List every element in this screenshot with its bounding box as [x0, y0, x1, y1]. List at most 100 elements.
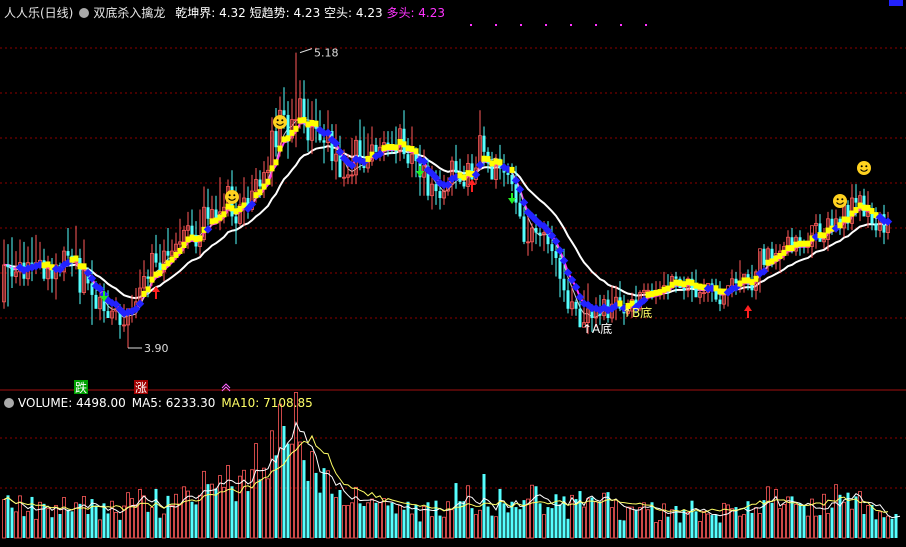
volume-bar: [422, 506, 426, 539]
volume-bar: [206, 484, 210, 538]
volume-bar: [254, 443, 258, 539]
volume-bar: [30, 496, 34, 538]
volume-bar: [234, 501, 238, 538]
candle-body: [482, 135, 486, 152]
volume-bar: [614, 499, 618, 539]
volume-bar: [298, 441, 302, 539]
volume-bar: [138, 489, 142, 539]
volume-bar: [866, 505, 870, 539]
volume-bar: [854, 496, 858, 538]
candle-body: [574, 301, 578, 309]
candle-body: [374, 144, 378, 152]
candle-body: [322, 140, 326, 143]
bull-marker: [197, 235, 203, 242]
volume-bar: [146, 511, 150, 538]
volume-bar: [658, 520, 662, 539]
volume-header: VOLUME: 4498.00 MA5: 6233.30 MA10: 7108.85: [4, 396, 313, 410]
smiley-face: [857, 161, 871, 175]
volume-bar: [430, 516, 434, 539]
bull-marker: [313, 120, 319, 127]
volume-bar: [46, 508, 50, 539]
smiley-eye: [233, 194, 236, 197]
volume-bar: [842, 501, 846, 539]
vol-value: 4498.00: [76, 396, 126, 410]
volume-bar: [802, 505, 806, 538]
volume-bar: [186, 490, 190, 539]
dq-value: 4.23: [293, 6, 321, 20]
volume-bar: [390, 502, 394, 538]
volume-bar: [54, 505, 58, 539]
volume-bar: [154, 488, 158, 538]
price-header: 人人乐(日线) 双底杀入擒龙 乾坤界: 4.32 短趋势: 4.23 空头: 4.…: [4, 4, 445, 21]
volume-bar: [330, 493, 334, 538]
volume-bar: [594, 501, 598, 539]
volume-bar: [150, 507, 154, 539]
volume-bar: [62, 497, 66, 539]
volume-settings-circle-icon[interactable]: [4, 398, 14, 408]
volume-bar: [654, 522, 658, 539]
volume-bar: [650, 502, 654, 538]
volume-bar: [126, 492, 130, 539]
ma10-label: MA10: 7108.85: [221, 396, 313, 410]
volume-bar: [394, 513, 398, 538]
volume-bar: [862, 514, 866, 538]
settings-circle-icon[interactable]: [79, 8, 90, 18]
volume-bar: [670, 509, 674, 539]
volume-bar: [290, 443, 294, 539]
smiley-eye: [281, 119, 284, 122]
volume-bar: [78, 503, 82, 538]
volume-bar: [6, 495, 10, 538]
bear-marker: [567, 275, 577, 285]
bull-marker: [273, 159, 279, 166]
volume-bar: [558, 504, 562, 538]
volume-bar: [326, 470, 330, 539]
candle-body: [406, 154, 410, 164]
high-price-label: 5.18: [314, 47, 339, 60]
volume-bar: [178, 503, 182, 539]
volume-bar: [94, 505, 98, 538]
bull-marker: [145, 286, 151, 293]
volume-bar: [370, 498, 374, 539]
volume-bar: [342, 505, 346, 539]
volume-bar: [10, 507, 14, 538]
signal-dot: [495, 24, 497, 26]
candle-body: [534, 228, 538, 233]
volume-bar: [134, 504, 138, 539]
smiley-eye: [276, 119, 279, 122]
volume-bar: [758, 513, 762, 539]
candle-body: [154, 253, 158, 263]
candle-body: [234, 216, 238, 224]
volume-bar: [310, 451, 314, 539]
volume-bar: [182, 486, 186, 539]
volume-bar: [698, 521, 702, 539]
rise-badge-label: 涨: [135, 380, 147, 395]
volume-bar: [770, 502, 774, 538]
bull-marker: [837, 222, 843, 229]
candle-body: [682, 288, 686, 291]
price-chart[interactable]: 5.18 3.90 ↑A底 ↑B底跌 涨: [0, 0, 906, 543]
volume-bar: [374, 502, 378, 538]
volume-bar: [638, 507, 642, 539]
volume-bar: [630, 506, 634, 539]
volume-bar: [66, 509, 70, 538]
volume-bar: [470, 508, 474, 538]
volume-bar: [382, 498, 386, 539]
volume-bar: [142, 495, 146, 539]
volume-bar: [222, 486, 226, 539]
candle-body: [874, 223, 878, 231]
volume-bar: [506, 512, 510, 538]
candle-body: [166, 251, 170, 256]
volume-bar: [102, 503, 106, 538]
bull-marker: [393, 144, 399, 151]
volume-bar: [450, 509, 454, 539]
bull-marker: [73, 255, 79, 262]
volume-bar: [366, 502, 370, 539]
volume-bar: [550, 508, 554, 538]
volume-bar: [162, 513, 166, 539]
volume-bar: [190, 501, 194, 538]
volume-bar: [446, 501, 450, 539]
candle-body: [830, 218, 834, 226]
volume-bars-group: [2, 391, 898, 539]
candle-body: [286, 114, 290, 138]
volume-bar: [730, 508, 734, 539]
